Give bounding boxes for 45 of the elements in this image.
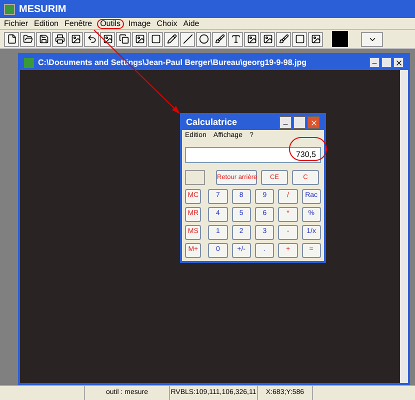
toolbar-tool-icon[interactable] — [116, 32, 131, 46]
toolbar-tool-icon[interactable] — [276, 32, 291, 46]
toolbar-tool-icon[interactable] — [148, 32, 163, 46]
app-icon — [4, 4, 15, 14]
minimize-button[interactable] — [279, 116, 292, 129]
close-icon — [310, 118, 318, 126]
calculator-title: Calculatrice — [186, 116, 238, 129]
minimize-icon — [371, 60, 378, 67]
toolbar-tool-icon[interactable] — [100, 32, 115, 46]
toolbar-tool-icon[interactable] — [164, 32, 179, 46]
minimize-icon — [282, 121, 289, 128]
vertical-scrollbar[interactable] — [400, 70, 408, 383]
maximize-button[interactable] — [293, 116, 306, 129]
toolbar-tool-icon[interactable] — [196, 32, 211, 46]
toolbar-tool-icon[interactable] — [4, 32, 19, 46]
close-icon — [394, 58, 402, 66]
dropdown-button[interactable] — [361, 32, 383, 46]
maximize-button[interactable] — [381, 57, 392, 68]
toolbar-tool-icon[interactable] — [292, 32, 307, 46]
minimize-button[interactable] — [369, 57, 380, 68]
toolbar-tool-icon[interactable] — [260, 32, 275, 46]
toolbar-tool-icon[interactable] — [36, 32, 51, 46]
menu-item[interactable]: Fichier — [4, 20, 28, 28]
memory-indicator — [185, 170, 205, 185]
image-icon — [24, 58, 34, 68]
menu-item[interactable]: Aide — [183, 20, 200, 28]
toolbar-tool-icon[interactable] — [84, 32, 99, 46]
window-title: MESURIM — [19, 2, 66, 16]
toolbar-tool-icon[interactable] — [20, 32, 35, 46]
toolbar-tool-icon[interactable] — [52, 32, 67, 46]
toolbar-tool-icon[interactable] — [68, 32, 83, 46]
toolbar-tool-icon[interactable] — [244, 32, 259, 46]
color-swatch[interactable] — [332, 31, 348, 47]
toolbar-tool-icon[interactable] — [308, 32, 323, 46]
toolbar-tool-icon[interactable] — [180, 32, 195, 46]
menu-item[interactable]: Outils — [98, 20, 123, 28]
toolbar-tool-icon[interactable] — [212, 32, 227, 46]
menu-item[interactable]: Fenêtre — [64, 20, 92, 28]
menu-item[interactable]: Choix — [156, 20, 178, 28]
toolbar-tool-icon[interactable] — [132, 32, 147, 46]
menu-item[interactable]: Edition — [34, 20, 58, 28]
toolbar-tool-icon[interactable] — [228, 32, 243, 46]
menu-item[interactable]: Image — [128, 20, 151, 28]
calculator-display[interactable]: 730,5 — [185, 146, 321, 162]
close-button[interactable] — [393, 57, 404, 68]
